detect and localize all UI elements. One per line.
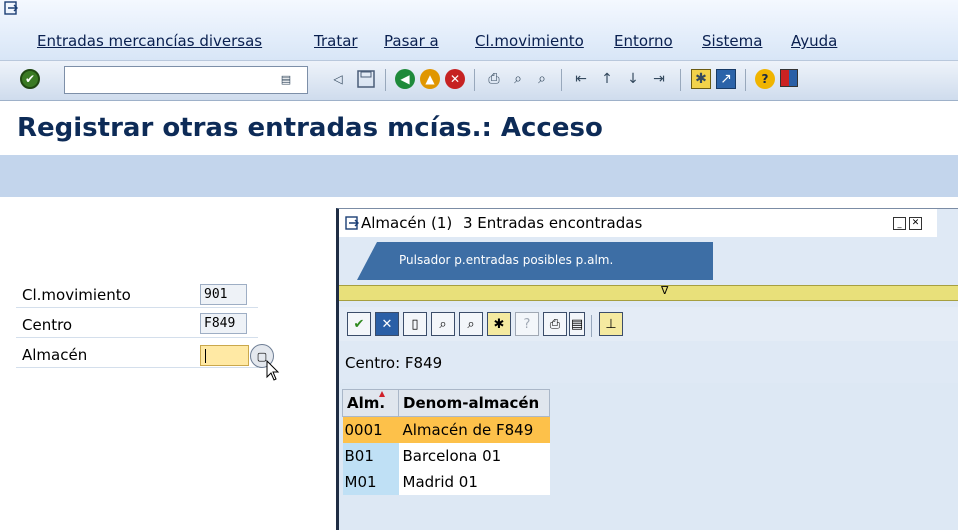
- storage-location-field[interactable]: [200, 345, 249, 366]
- plant-field[interactable]: F849: [200, 313, 247, 334]
- page-title: Registrar otras entradas mcías.: Acceso: [17, 113, 603, 143]
- minimize-icon[interactable]: _: [893, 217, 906, 230]
- column-header-alm[interactable]: Alm.: [342, 389, 399, 417]
- cancel-icon[interactable]: ✕: [445, 69, 465, 89]
- cell-alm: B01: [342, 443, 399, 469]
- tab-possible-entries[interactable]: Pulsador p.entradas posibles p.alm.: [357, 242, 713, 280]
- menu-bar: Entradas mercancías diversas Tratar Pasa…: [0, 0, 958, 60]
- collapse-icon: ∇: [661, 284, 669, 297]
- last-page-icon[interactable]: ⇥: [649, 69, 669, 89]
- cell-denom: Almacén de F849: [398, 416, 550, 443]
- find-next-icon[interactable]: ⌕: [459, 312, 483, 336]
- save-icon[interactable]: [356, 69, 376, 89]
- print-dropdown-icon[interactable]: ▤: [569, 312, 585, 336]
- dialog-title-bar: Almacén (1) 3 Entradas encontradas _ ✕: [339, 209, 937, 237]
- find-icon[interactable]: ⌕: [508, 69, 528, 89]
- create-session-icon[interactable]: ✱: [691, 69, 711, 89]
- help-icon: ?: [515, 312, 539, 336]
- find-next-icon[interactable]: ⌕: [532, 69, 552, 89]
- table-row[interactable]: B01 Barcelona 01: [342, 443, 550, 469]
- column-header-denom[interactable]: Denom-almacén: [398, 389, 550, 417]
- first-page-icon[interactable]: ⇤: [571, 69, 591, 89]
- movement-field[interactable]: 901: [200, 284, 247, 305]
- toolbar-separator: [591, 315, 592, 337]
- text-cursor: [205, 349, 206, 363]
- value-help-dialog: Almacén (1) 3 Entradas encontradas _ ✕ P…: [336, 208, 958, 530]
- customize-layout-icon[interactable]: [780, 69, 798, 87]
- dialog-menu-icon[interactable]: [345, 216, 359, 230]
- row-divider: [16, 307, 258, 308]
- tab-label: Pulsador p.entradas posibles p.alm.: [399, 253, 614, 267]
- enter-icon[interactable]: ✔: [20, 69, 40, 89]
- cell-denom: Madrid 01: [398, 469, 550, 495]
- toolbar-separator: [561, 69, 562, 91]
- print-icon[interactable]: ⎙: [543, 312, 567, 336]
- application-toolbar: [0, 155, 958, 197]
- menu-entorno[interactable]: Entorno: [614, 32, 673, 50]
- exit-icon[interactable]: ▲: [420, 69, 440, 89]
- next-page-icon[interactable]: ↓: [623, 69, 643, 89]
- cancel-icon[interactable]: ✕: [375, 312, 399, 336]
- previous-page-icon[interactable]: ↑: [597, 69, 617, 89]
- new-document-icon[interactable]: ▯: [403, 312, 427, 336]
- shortcut-icon[interactable]: ↗: [716, 69, 736, 89]
- menu-pasar-a[interactable]: Pasar a: [384, 32, 439, 50]
- row-divider: [16, 367, 258, 368]
- help-icon[interactable]: ?: [755, 69, 775, 89]
- dialog-count: 3 Entradas encontradas: [463, 214, 643, 232]
- plant-label: Centro: [22, 316, 73, 334]
- results-table: Alm. Denom-almacén 0001 Almacén de F849 …: [342, 389, 550, 495]
- back-icon[interactable]: ◀: [395, 69, 415, 89]
- menu-tratar[interactable]: Tratar: [314, 32, 358, 50]
- sort-indicator-icon: [379, 391, 385, 397]
- mouse-pointer-icon: [266, 360, 280, 381]
- filter-icon[interactable]: ⊥: [599, 312, 623, 336]
- storage-label: Almacén: [22, 346, 88, 364]
- menu-cl-movimiento[interactable]: Cl.movimiento: [475, 32, 584, 50]
- table-row[interactable]: M01 Madrid 01: [342, 469, 550, 495]
- close-icon[interactable]: ✕: [909, 217, 922, 230]
- row-divider: [16, 337, 258, 338]
- cell-denom: Barcelona 01: [398, 443, 550, 469]
- menu-sistema[interactable]: Sistema: [702, 32, 762, 50]
- sort-icon[interactable]: ✱: [487, 312, 511, 336]
- menu-ayuda[interactable]: Ayuda: [791, 32, 837, 50]
- movement-label: Cl.movimiento: [22, 286, 131, 304]
- cell-alm: 0001: [342, 416, 399, 443]
- cell-alm: M01: [342, 469, 399, 495]
- back-arrow-icon[interactable]: ◁: [328, 69, 348, 89]
- toolbar-separator: [385, 69, 386, 91]
- command-field[interactable]: [64, 66, 308, 94]
- collapse-toggle[interactable]: ∇: [339, 284, 958, 301]
- table-row[interactable]: 0001 Almacén de F849: [342, 416, 550, 443]
- command-dropdown-icon[interactable]: ▤: [278, 71, 294, 87]
- toolbar-separator: [745, 69, 746, 91]
- toolbar-separator: [680, 69, 681, 91]
- dialog-toolbar: ✔ ✕ ▯ ⌕ ⌕ ✱ ? ⎙ ▤ ⊥: [339, 307, 958, 341]
- copy-icon[interactable]: ✔: [347, 312, 371, 336]
- find-icon[interactable]: ⌕: [431, 312, 455, 336]
- filter-criteria: Centro: F849: [345, 354, 443, 372]
- print-icon[interactable]: ⎙: [484, 69, 504, 89]
- menu-entradas[interactable]: Entradas mercancías diversas: [37, 32, 262, 50]
- dialog-title: Almacén (1): [361, 214, 453, 232]
- toolbar-separator: [474, 69, 475, 91]
- standard-toolbar: ✔ ▤ ◁ ◀ ▲ ✕ ⎙ ⌕ ⌕ ⇤ ↑ ↓ ⇥ ✱ ↗ ?: [0, 60, 958, 101]
- system-menu-icon[interactable]: [4, 1, 18, 15]
